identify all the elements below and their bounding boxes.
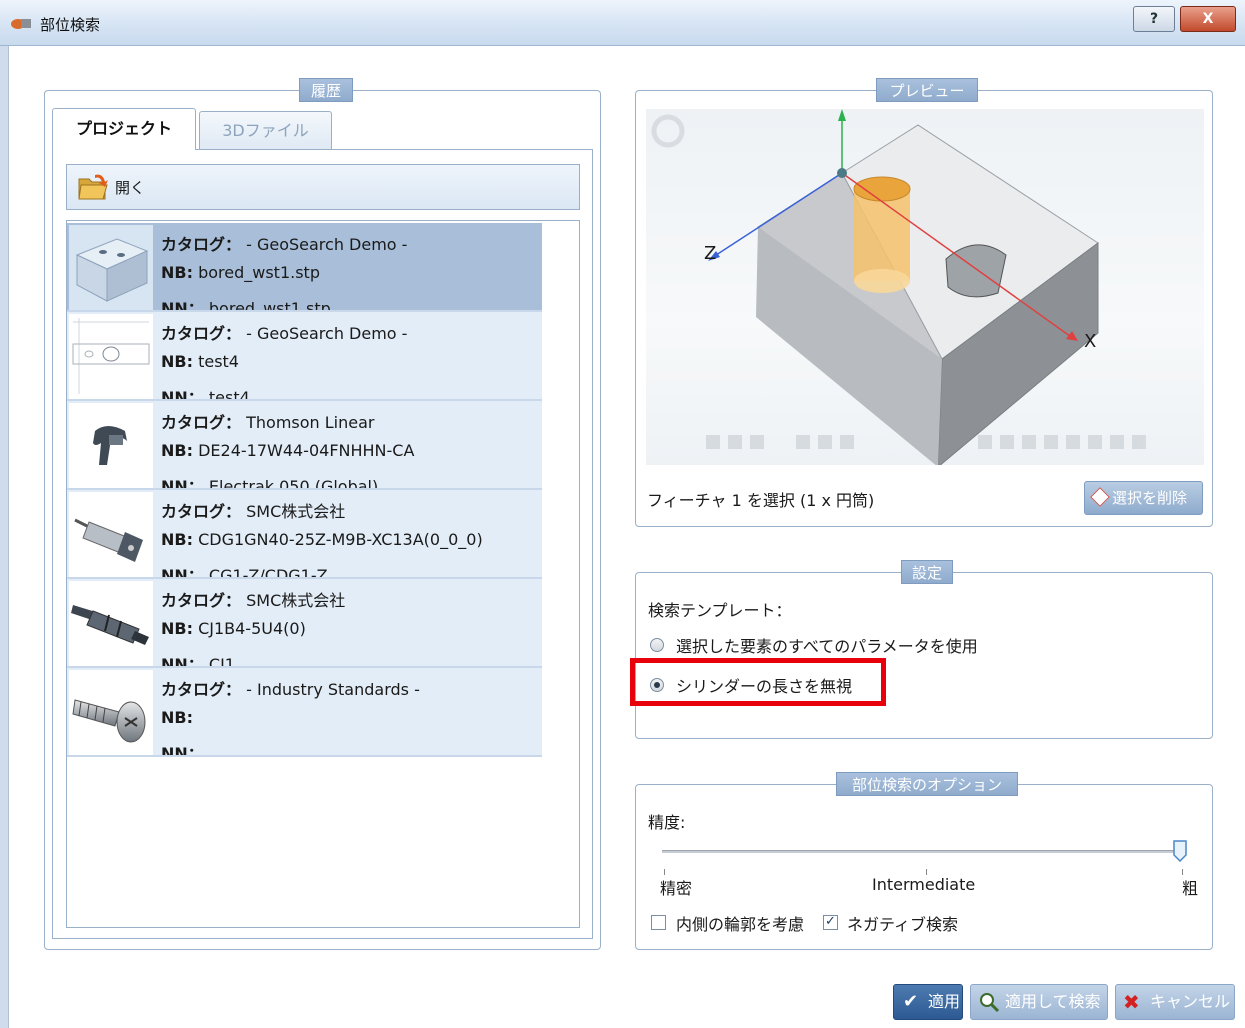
catalog-field-label: カタログ： <box>161 235 242 254</box>
cancel-label: キャンセル <box>1150 992 1231 1011</box>
settings-group: 設定 検索テンプレート： 選択した要素のすべてのパラメータを使用 シリンダーの長… <box>635 560 1213 739</box>
nb-value: CJ1B4-5U4(0) <box>198 619 306 638</box>
list-item[interactable]: カタログ： SMC株式会社 NB: CDG1GN40-25Z-M9B-XC13A… <box>67 490 542 579</box>
nn-field-label: NN： <box>161 566 204 579</box>
nn-field-label: NN： <box>161 299 204 312</box>
cylinder-icon <box>69 492 153 577</box>
nn-field-label: NN： <box>161 744 204 757</box>
inner-contour-checkbox[interactable] <box>651 915 666 930</box>
catalog-field-label: カタログ： <box>161 413 242 432</box>
3d-model-view <box>651 109 1146 465</box>
nb-field-label: NB: <box>161 530 193 549</box>
search-options-group: 部位検索のオプション 精度: 精密 Intermediate 粗 内側の輪郭を考… <box>635 772 1213 950</box>
inner-contour-label[interactable]: 内側の輪郭を考慮 <box>676 911 804 935</box>
nn-value: bored_wst1.stp <box>208 299 331 312</box>
nn-value: Electrak 050 (Global) <box>208 477 379 490</box>
title-bar: 部位検索 ? X <box>0 0 1245 46</box>
slider-label-fine: 精密 <box>660 879 693 898</box>
window-frame-left <box>0 46 9 1028</box>
history-group: 履歴 プロジェクト 3Dファイル 開く カタログ： - GeoSearch De… <box>44 78 601 950</box>
tab-3d-file[interactable]: 3Dファイル <box>199 111 332 149</box>
catalog-value: - GeoSearch Demo - <box>246 324 408 343</box>
apply-label: 適用 <box>928 992 961 1011</box>
apply-and-search-label: 適用して検索 <box>1005 992 1101 1011</box>
open-label: 開く <box>115 179 146 197</box>
all-parameters-label[interactable]: 選択した要素のすべてのパラメータを使用 <box>676 633 978 657</box>
nb-field-label: NB: <box>161 441 193 460</box>
slider-label-coarse: 粗 <box>1182 879 1199 898</box>
project-tab-pane: 開く カタログ： - GeoSearch Demo - NB: bored_ws… <box>52 149 593 939</box>
negative-search-label[interactable]: ネガティブ検索 <box>847 911 958 935</box>
help-button[interactable]: ? <box>1133 6 1175 32</box>
catalog-field-label: カタログ： <box>161 324 242 343</box>
negative-search-checkbox[interactable]: ✓ <box>823 915 838 930</box>
preview-group: プレビュー Z X フィーチャ 1 を選択 (1 x 円筒) 選択を削除 <box>635 78 1213 527</box>
checkmark-icon: ✔ <box>903 991 919 1012</box>
3d-viewport[interactable]: Z X <box>646 109 1204 465</box>
list-item[interactable]: カタログ： SMC株式会社 NB: CJ1B4-5U4(0) NN： CJ1 <box>67 579 542 668</box>
precision-slider-track[interactable] <box>662 850 1182 853</box>
nn-value: CG1-Z/CDG1-Z <box>208 566 328 579</box>
open-button[interactable]: 開く <box>66 164 580 210</box>
apply-and-search-button[interactable]: 適用して検索 <box>970 984 1108 1020</box>
nn-field-label: NN： <box>161 477 204 490</box>
catalog-field-label: カタログ： <box>161 502 242 521</box>
search-options-legend: 部位検索のオプション <box>836 772 1018 796</box>
list-item[interactable]: カタログ： - GeoSearch Demo - NB: test4 NN： t… <box>67 312 542 401</box>
remove-selection-label: 選択を削除 <box>1112 489 1188 507</box>
settings-legend: 設定 <box>901 560 953 584</box>
precision-slider-thumb[interactable] <box>1173 840 1187 862</box>
nb-field-label: NB: <box>161 352 193 371</box>
pin-cylinder-icon <box>69 581 153 666</box>
nb-value: bored_wst1.stp <box>198 263 320 282</box>
nn-value: test4 <box>208 388 250 401</box>
nb-field-label: NB: <box>161 619 193 638</box>
history-legend: 履歴 <box>299 78 353 102</box>
catalog-value: - Industry Standards - <box>246 680 420 699</box>
feature-selection-text: フィーチャ 1 を選択 (1 x 円筒) <box>647 491 875 510</box>
list-item[interactable]: カタログ： - Industry Standards - NB: NN： <box>67 668 542 757</box>
nn-field-label: NN： <box>161 388 204 401</box>
cross-icon: ✖ <box>1123 990 1140 1014</box>
close-button[interactable]: X <box>1180 6 1236 32</box>
catalog-value: SMC株式会社 <box>246 502 346 521</box>
axis-x-label: X <box>1084 331 1097 352</box>
nb-field-label: NB: <box>161 263 193 282</box>
actuator-icon <box>69 403 153 488</box>
all-parameters-radio[interactable] <box>650 638 664 652</box>
history-list: カタログ： - GeoSearch Demo - NB: bored_wst1.… <box>66 220 580 928</box>
nb-value: test4 <box>198 352 239 371</box>
eraser-icon <box>1090 487 1110 507</box>
nb-value: CDG1GN40-25Z-M9B-XC13A(0_0_0) <box>198 530 483 549</box>
list-item[interactable]: カタログ： - GeoSearch Demo - NB: bored_wst1.… <box>67 223 542 312</box>
preview-legend: プレビュー <box>876 78 978 102</box>
catalog-value: SMC株式会社 <box>246 591 346 610</box>
search-template-label: 検索テンプレート： <box>648 601 792 620</box>
highlight-box <box>630 658 886 706</box>
nb-value: DE24-17W44-04FNHHN-CA <box>198 441 415 460</box>
slider-label-intermediate: Intermediate <box>872 875 976 894</box>
tab-project[interactable]: プロジェクト <box>52 108 196 150</box>
catalog-field-label: カタログ： <box>161 591 242 610</box>
axis-z-label: Z <box>704 243 717 264</box>
catalog-value: Thomson Linear <box>246 413 375 432</box>
block-icon <box>69 225 153 310</box>
nn-field-label: NN： <box>161 655 204 668</box>
app-icon <box>11 19 31 29</box>
search-user-icon <box>980 993 1000 1013</box>
window-title: 部位検索 <box>40 16 101 34</box>
drawing-icon <box>69 314 153 399</box>
screw-icon <box>69 670 153 755</box>
list-item[interactable]: カタログ： Thomson Linear NB: DE24-17W44-04FN… <box>67 401 542 490</box>
open-folder-icon <box>78 174 108 200</box>
catalog-value: - GeoSearch Demo - <box>246 235 408 254</box>
precision-label: 精度: <box>648 813 686 832</box>
nb-field-label: NB: <box>161 708 193 727</box>
nn-value: CJ1 <box>208 655 235 668</box>
cancel-button[interactable]: ✖ キャンセル <box>1115 984 1235 1020</box>
catalog-field-label: カタログ： <box>161 680 242 699</box>
apply-button[interactable]: ✔ 適用 <box>893 984 963 1020</box>
remove-selection-button[interactable]: 選択を削除 <box>1084 481 1203 515</box>
